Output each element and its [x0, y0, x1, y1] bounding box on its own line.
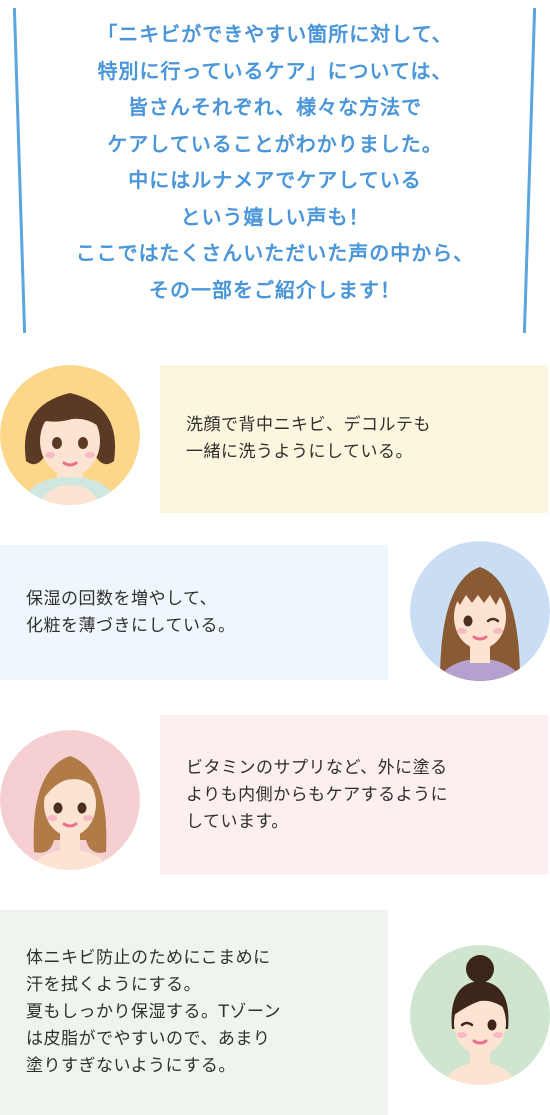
- intro-line: 皆さんそれぞれ、様々な方法で: [127, 95, 423, 119]
- testimonial-line: 保湿の回数を増やして、: [26, 588, 218, 609]
- intro-line: 「ニキビができやすい箇所に対して、: [97, 22, 453, 46]
- intro-line: 中にはルナメアでケアしている: [128, 168, 422, 192]
- testimonial-bubble: 洗顔で背中ニキビ、デコルテも 一緒に洗うようにしている。: [160, 365, 548, 513]
- testimonial-line: 汗を拭くようにする。: [26, 975, 202, 995]
- right-accent-bar: [522, 8, 537, 333]
- testimonial-line: は皮脂がでやすいので、あまり: [26, 1029, 271, 1049]
- intro-line: という嬉しい声も！: [180, 204, 370, 229]
- testimonial-line: しています。: [186, 811, 289, 832]
- testimonial-bubble: 体ニキビ防止のためにこまめに 汗を拭くようにする。 夏もしっかり保湿する。Tゾー…: [0, 910, 388, 1115]
- woman-hair-bun-winking-icon: [410, 945, 550, 1085]
- intro-section: 「ニキビができやすい箇所に対して、 特別に行っているケア」については、 皆さんそ…: [0, 0, 550, 345]
- woman-long-hair-bangs-winking-icon: [410, 541, 550, 681]
- testimonial-line: よりも内側からもケアするように: [186, 784, 449, 805]
- intro-line: 特別に行っているケア」については、: [97, 58, 453, 83]
- testimonial-bubble: 保湿の回数を増やして、 化粧を薄づきにしている。: [0, 545, 388, 680]
- testimonial-line: 体ニキビ防止のためにこまめに: [26, 948, 271, 968]
- testimonial-bubble: ビタミンのサプリなど、外に塗る よりも内側からもケアするように しています。: [160, 715, 548, 875]
- intro-line: ケアしていることがわかりました。: [107, 131, 443, 156]
- intro-line: その一部をご紹介します！: [149, 277, 401, 302]
- intro-line: ここではたくさんいただいた声の中から、: [75, 241, 475, 265]
- intro-text: 「ニキビができやすい箇所に対して、 特別に行っているケア」については、 皆さんそ…: [40, 16, 510, 308]
- woman-long-light-brown-hair-icon: [0, 730, 140, 870]
- testimonial-line: 塗りすぎないようにする。: [26, 1056, 236, 1076]
- testimonial-line: 一緒に洗うようにしている。: [186, 442, 413, 462]
- testimonial-line: 洗顔で背中ニキビ、デコルテも: [186, 415, 431, 435]
- woman-short-brown-hair-icon: [0, 365, 140, 505]
- testimonial-line: 夏もしっかり保湿する。Tゾーン: [26, 1002, 282, 1022]
- testimonial-line: ビタミンのサプリなど、外に塗る: [186, 757, 448, 778]
- testimonial-line: 化粧を薄づきにしている。: [26, 615, 236, 636]
- left-accent-bar: [12, 8, 27, 333]
